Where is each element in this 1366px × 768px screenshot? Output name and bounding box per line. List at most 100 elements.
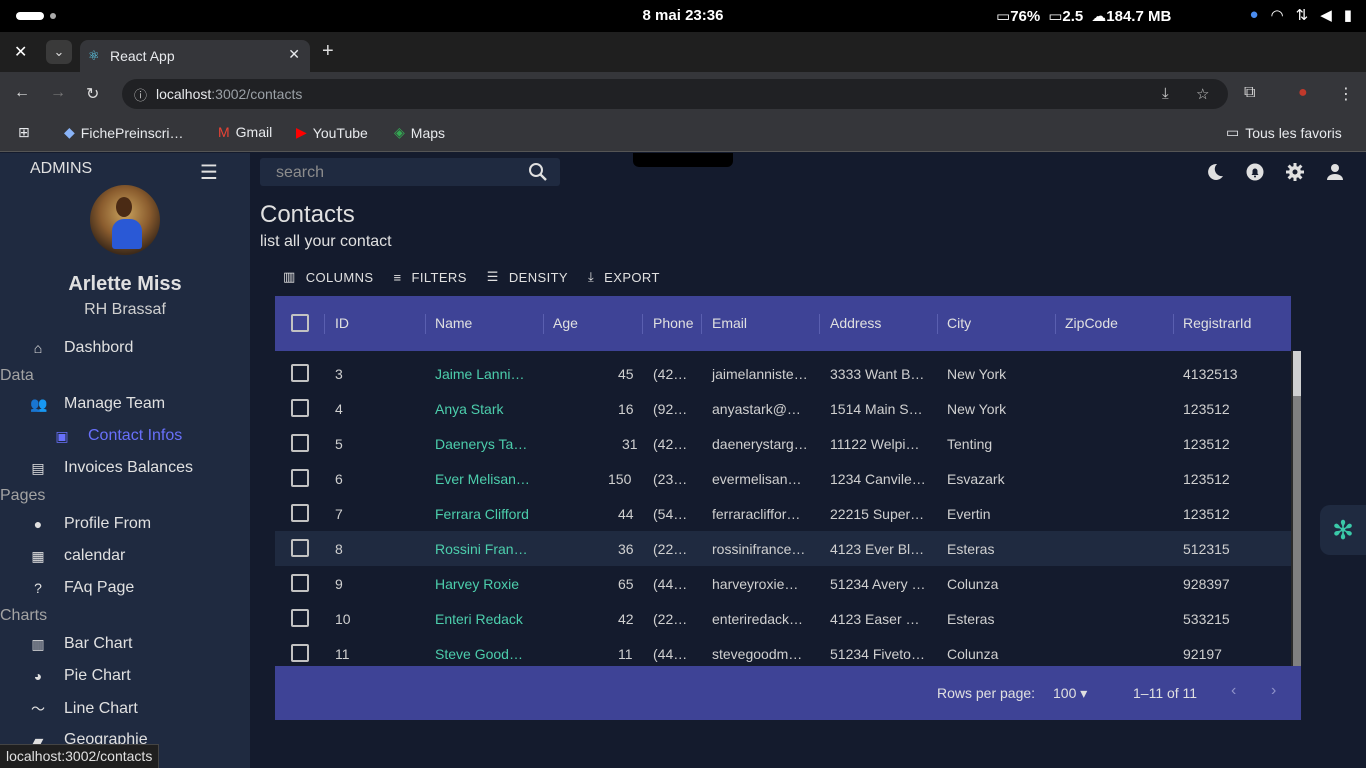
sidebar-item-dashboard[interactable]: ⌂ Dashbord — [30, 339, 134, 357]
column-separator[interactable] — [642, 314, 643, 334]
cell-name[interactable]: Ferrara Clifford — [435, 506, 529, 522]
columns-button[interactable]: ▥ COLUMNS — [283, 269, 374, 285]
forward-icon[interactable]: → — [50, 84, 66, 102]
column-separator[interactable] — [1173, 314, 1174, 334]
reload-icon[interactable]: ↻ — [86, 84, 99, 104]
notifications-icon[interactable] — [1246, 163, 1264, 181]
volume-icon[interactable]: ◀ — [1320, 6, 1332, 24]
table-row[interactable]: 5 Daenerys Ta… 31 (42… daenerystarg… 111… — [275, 426, 1291, 461]
app-indicator-icon[interactable]: ● — [1249, 6, 1258, 24]
column-header-registrarid[interactable]: RegistrarId — [1183, 315, 1251, 331]
tab-search-icon[interactable]: ⌄ — [46, 40, 72, 64]
row-checkbox[interactable] — [291, 434, 309, 452]
extensions-icon[interactable]: ⧉ — [1244, 84, 1255, 102]
all-bookmarks[interactable]: ▭ Tous les favoris — [1226, 124, 1342, 141]
row-checkbox[interactable] — [291, 399, 309, 417]
cell-name[interactable]: Harvey Roxie — [435, 576, 519, 592]
column-separator[interactable] — [425, 314, 426, 334]
table-row[interactable]: 9 Harvey Roxie 65 (44… harveyroxie… 5123… — [275, 566, 1291, 601]
bookmark-star-icon[interactable]: ☆ — [1196, 85, 1209, 103]
sidebar-item-pie-chart[interactable]: ◕ Pie Chart — [30, 667, 131, 685]
column-header-address[interactable]: Address — [830, 315, 881, 331]
close-window-icon[interactable]: ✕ — [14, 42, 27, 62]
cell-name[interactable]: Enteri Redack — [435, 611, 523, 627]
cell-name[interactable]: Anya Stark — [435, 401, 503, 417]
settings-icon[interactable] — [1286, 163, 1304, 181]
row-checkbox[interactable] — [291, 504, 309, 522]
battery-icon[interactable]: ▮ — [1344, 6, 1352, 24]
bookmark-youtube[interactable]: ▶ YouTube — [296, 124, 368, 141]
table-row[interactable]: 6 Ever Melisan… 150 (23… evermelisan… 12… — [275, 461, 1291, 496]
previous-page-icon[interactable]: ‹ — [1231, 682, 1236, 700]
menu-toggle-icon[interactable]: ☰ — [200, 160, 218, 185]
search-bar[interactable]: search — [260, 158, 560, 186]
assistant-extension-icon[interactable]: ✻ — [1320, 505, 1366, 555]
table-row[interactable]: 10 Enteri Redack 42 (22… enteriredack… 4… — [275, 601, 1291, 636]
column-separator[interactable] — [324, 314, 325, 334]
cell-name[interactable]: Rossini Fran… — [435, 541, 528, 557]
browser-menu-icon[interactable]: ⋮ — [1338, 84, 1354, 104]
column-header-name[interactable]: Name — [435, 315, 472, 331]
column-separator[interactable] — [701, 314, 702, 334]
url-text[interactable]: localhost:3002/contacts — [156, 86, 302, 102]
filters-button[interactable]: ≡ FILTERS — [394, 269, 467, 285]
search-input[interactable]: search — [276, 164, 324, 182]
install-app-icon[interactable]: ⤓ — [1162, 85, 1169, 102]
row-checkbox[interactable] — [291, 574, 309, 592]
export-button[interactable]: ⤓ EXPORT — [588, 269, 660, 285]
bookmark-fichepreinscri[interactable]: ◆ FichePreinscri… — [64, 124, 183, 141]
sidebar-item-line-chart[interactable]: 〜 Line Chart — [30, 699, 138, 719]
close-tab-icon[interactable]: ✕ — [288, 46, 300, 63]
cell-name[interactable]: Steve Good… — [435, 646, 523, 662]
row-checkbox[interactable] — [291, 644, 309, 662]
table-row[interactable]: 3 Jaime Lanni… 45 (42… jaimelanniste… 33… — [275, 356, 1291, 391]
sidebar-item-manage-team[interactable]: 👥 Manage Team — [30, 395, 165, 413]
column-header-phone[interactable]: Phone — [653, 315, 693, 331]
network-icon[interactable]: ⇅ — [1296, 6, 1309, 24]
scrollbar-thumb[interactable] — [1293, 351, 1301, 396]
sidebar-item-calendar[interactable]: ▦ calendar — [30, 547, 125, 565]
table-row[interactable]: 4 Anya Stark 16 (92… anyastark@… 1514 Ma… — [275, 391, 1291, 426]
new-tab-icon[interactable]: + — [322, 40, 334, 63]
cell-name[interactable]: Jaime Lanni… — [435, 366, 525, 382]
column-separator[interactable] — [543, 314, 544, 334]
sidebar-item-profile[interactable]: ● Profile From — [30, 515, 151, 533]
column-header-zipcode[interactable]: ZipCode — [1065, 315, 1118, 331]
column-separator[interactable] — [937, 314, 938, 334]
address-bar[interactable]: ⓘ localhost:3002/contacts ⤓ ☆ — [122, 79, 1228, 109]
column-header-age[interactable]: Age — [553, 315, 578, 331]
column-separator[interactable] — [1055, 314, 1056, 334]
column-separator[interactable] — [819, 314, 820, 334]
bookmark-maps[interactable]: ◈ Maps — [394, 124, 445, 141]
profile-avatar-icon[interactable]: ● — [1298, 84, 1308, 102]
column-header-id[interactable]: ID — [335, 315, 349, 331]
row-checkbox[interactable] — [291, 539, 309, 557]
search-icon[interactable] — [528, 162, 548, 187]
browser-tab[interactable]: ⚛ React App ✕ — [80, 40, 310, 72]
cell-name[interactable]: Ever Melisan… — [435, 471, 530, 487]
table-row[interactable]: 7 Ferrara Clifford 44 (54… ferraracliffo… — [275, 496, 1291, 531]
sidebar-item-bar-chart[interactable]: ▥ Bar Chart — [30, 635, 132, 653]
sidebar-item-invoices[interactable]: ▤ Invoices Balances — [30, 459, 193, 477]
back-icon[interactable]: ← — [14, 84, 30, 102]
row-checkbox[interactable] — [291, 469, 309, 487]
sidebar-item-faq[interactable]: ? FAq Page — [30, 579, 134, 597]
column-header-city[interactable]: City — [947, 315, 971, 331]
table-row[interactable]: 11 Steve Good… 11 (44… stevegoodm… 51234… — [275, 636, 1291, 666]
rows-per-page-select[interactable]: 100 ▾ — [1053, 685, 1087, 702]
site-info-icon[interactable]: ⓘ — [134, 85, 147, 104]
sidebar-item-contact-infos[interactable]: ▣ Contact Infos — [54, 427, 182, 445]
bookmark-gmail[interactable]: M Gmail — [218, 124, 272, 140]
dark-mode-icon[interactable] — [1206, 163, 1224, 181]
wifi-icon[interactable]: ◠ — [1271, 6, 1284, 24]
row-checkbox[interactable] — [291, 609, 309, 627]
table-row[interactable]: 8 Rossini Fran… 36 (22… rossinifrance… 4… — [275, 531, 1291, 566]
select-all-checkbox[interactable] — [291, 314, 309, 332]
next-page-icon[interactable]: › — [1271, 682, 1276, 700]
person-icon[interactable] — [1326, 163, 1344, 181]
density-button[interactable]: ☰ DENSITY — [487, 269, 568, 285]
apps-grid-icon[interactable]: ⊞ — [18, 124, 30, 141]
row-checkbox[interactable] — [291, 364, 309, 382]
column-header-email[interactable]: Email — [712, 315, 747, 331]
scrollbar-track-fill[interactable] — [1293, 396, 1301, 666]
